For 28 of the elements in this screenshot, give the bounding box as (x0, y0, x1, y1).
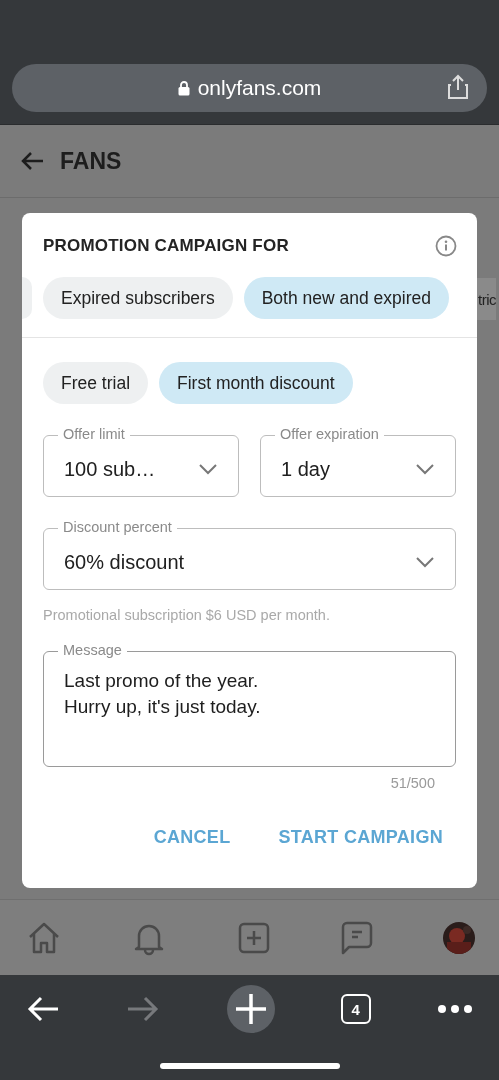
page-title: FANS (60, 147, 122, 175)
back-icon[interactable] (26, 995, 60, 1023)
chevron-down-icon (198, 463, 218, 475)
lock-icon (177, 80, 190, 96)
add-post-icon[interactable] (236, 920, 271, 955)
chip-edge (22, 277, 32, 319)
plus-icon (234, 993, 267, 1025)
back-button[interactable] (20, 151, 44, 171)
dialog-title: PROMOTION CAMPAIGN FOR (43, 236, 289, 256)
address-bar[interactable]: onlyfans.com (12, 64, 487, 112)
tabs-button[interactable]: 4 (340, 994, 371, 1024)
audience-chip[interactable]: Both new and expired (243, 277, 449, 319)
chevron-down-icon (415, 556, 435, 568)
info-icon[interactable] (435, 235, 457, 257)
offer-type-chip[interactable]: First month discount (159, 362, 353, 404)
forward-icon[interactable] (126, 995, 161, 1023)
background-chip: tric (477, 278, 496, 320)
helper-text: Promotional subscription $6 USD per month. (42, 606, 331, 623)
new-tab-button[interactable] (226, 985, 275, 1033)
avatar-button[interactable] (443, 921, 475, 954)
url-text: onlyfans.com (197, 76, 322, 100)
chevron-down-icon (415, 463, 435, 475)
offer-type-chip[interactable]: Free trial (43, 362, 149, 404)
share-button[interactable] (447, 74, 469, 100)
character-counter: 51/500 (390, 775, 435, 791)
more-icon[interactable] (437, 1004, 473, 1014)
audience-chip[interactable]: Expired subscribers (43, 277, 233, 319)
message-icon[interactable] (339, 919, 374, 956)
